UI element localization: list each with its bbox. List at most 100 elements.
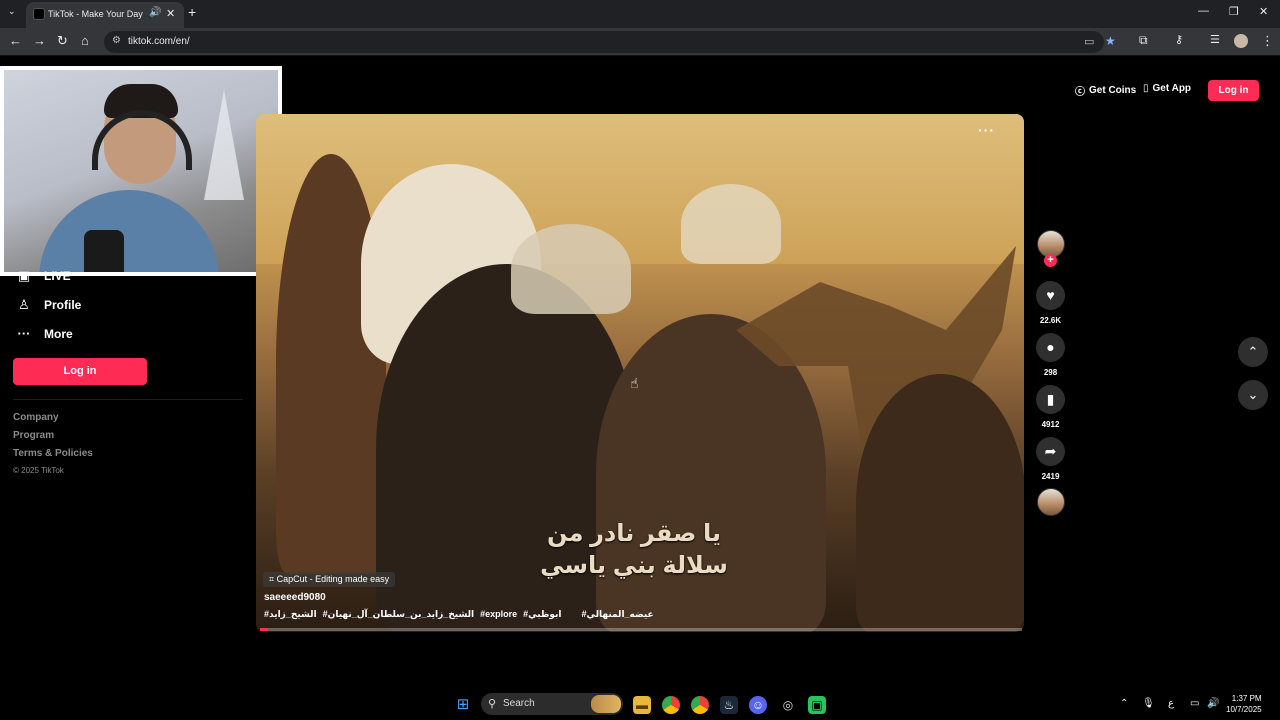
minimize-icon[interactable]: — xyxy=(1198,5,1209,17)
language-tray-icon[interactable]: ع xyxy=(1168,698,1174,709)
tab-audio-icon[interactable]: 🔊 xyxy=(149,7,161,18)
windows-start-icon[interactable]: ⊞ xyxy=(454,696,472,714)
media-control-icon[interactable]: ☰ xyxy=(1210,33,1220,46)
new-tab-icon[interactable]: + xyxy=(188,4,196,20)
hashtag-link[interactable]: #ابوظبي xyxy=(523,609,561,620)
browser-tab-strip: ⌄ TikTok - Make Your Day 🔊 ✕ + — ❐ ✕ xyxy=(0,0,1280,28)
clock-time: 1:37 PM xyxy=(1231,694,1262,703)
home-icon[interactable]: ⌂ xyxy=(81,33,89,48)
share-button[interactable]: ➦ xyxy=(1036,437,1065,466)
restore-icon[interactable]: ❐ xyxy=(1229,5,1239,18)
browser-toolbar: ← → ↻ ⌂ ⚙ tiktok.com/en/ ▭ ★ ⧉ ⚷ ☰ ⋮ xyxy=(0,28,1280,56)
taskbar-search-label: Search xyxy=(503,698,535,709)
video-progress-fill xyxy=(260,628,268,631)
next-video-chevron-down-icon[interactable]: ⌄ xyxy=(1238,380,1268,410)
app-icon[interactable]: ▣ xyxy=(808,696,826,714)
reload-icon[interactable]: ↻ xyxy=(57,33,68,49)
get-coins-label: Get Coins xyxy=(1089,85,1137,96)
comment-count: 298 xyxy=(1043,368,1058,377)
tab-list-chevron-icon[interactable]: ⌄ xyxy=(8,6,16,17)
footer-link-company[interactable]: Company xyxy=(13,412,59,423)
streamer-body xyxy=(39,190,219,272)
chrome-icon[interactable] xyxy=(662,696,680,714)
microphone-tray-icon[interactable]: 🎙 xyxy=(1142,698,1155,709)
obs-icon[interactable]: ◎ xyxy=(779,696,797,714)
hashtag-link[interactable]: #عيضه_المنهالي xyxy=(582,609,654,620)
sidebar-login-button[interactable]: Log in xyxy=(13,358,147,385)
get-coins-button[interactable]: ⓒ Get Coins xyxy=(1075,83,1136,98)
heart-icon: ♥ xyxy=(1046,287,1055,303)
taskbar-clock[interactable]: 1:37 PM 10/7/2025 xyxy=(1226,693,1262,715)
capcut-label: CapCut - Editing made easy xyxy=(276,574,390,584)
live-icon: ▣ xyxy=(17,268,31,283)
chrome-profile-icon[interactable] xyxy=(691,696,709,714)
volume-tray-icon[interactable]: 🔊 xyxy=(1207,698,1219,709)
video-figure xyxy=(856,374,1024,632)
file-explorer-icon[interactable]: ▬ xyxy=(633,696,651,714)
extensions-icon[interactable]: ⧉ xyxy=(1139,33,1148,48)
profile-avatar[interactable] xyxy=(1234,34,1248,48)
save-button[interactable]: ▮ xyxy=(1036,385,1065,414)
hashtag-link[interactable]: #الشيخ_زايد xyxy=(264,609,317,620)
install-app-icon[interactable]: ▭ xyxy=(1084,35,1094,48)
steam-icon[interactable]: ♨ xyxy=(720,696,738,714)
comment-icon: ● xyxy=(1046,339,1055,355)
video-hashtags: #الشيخ_زايد #الشيخ_زايد_بن_سلطان_آل_نهيا… xyxy=(264,609,654,620)
tab-close-icon[interactable]: ✕ xyxy=(166,7,175,20)
footer-link-terms[interactable]: Terms & Policies xyxy=(13,448,93,459)
browser-menu-icon[interactable]: ⋮ xyxy=(1261,33,1274,49)
sidebar-item-label: More xyxy=(44,326,73,341)
sidebar-item-profile[interactable]: ♙ Profile xyxy=(16,297,81,313)
forward-icon[interactable]: → xyxy=(33,33,46,48)
webcam-feed xyxy=(4,70,278,272)
tab-title: TikTok - Make Your Day xyxy=(48,9,143,19)
phone-icon: ▯ xyxy=(1143,83,1149,94)
back-icon[interactable]: ← xyxy=(9,33,22,48)
video-headdress xyxy=(511,224,631,314)
password-key-icon[interactable]: ⚷ xyxy=(1175,33,1183,46)
bookmark-icon: ▮ xyxy=(1046,391,1055,407)
sidebar-item-live[interactable]: ▣ LIVE xyxy=(16,268,71,284)
video-username[interactable]: saeeeed9080 xyxy=(264,592,326,603)
capcut-icon: ⌗ xyxy=(269,574,277,584)
video-more-options-icon[interactable]: ··· xyxy=(978,122,995,138)
like-count: 22.6K xyxy=(1039,316,1062,325)
copyright-text: © 2025 TikTok xyxy=(13,466,64,475)
browser-tab[interactable]: TikTok - Make Your Day 🔊 ✕ xyxy=(26,2,184,28)
caption-line-1: يا صقر نادر من xyxy=(546,520,722,547)
discord-icon[interactable]: ☺ xyxy=(749,696,767,714)
tray-overflow-chevron-icon[interactable]: ⌃ xyxy=(1120,698,1128,709)
mouse-cursor-icon: ☝ xyxy=(630,375,639,391)
bookmark-star-icon[interactable]: ★ xyxy=(1105,34,1116,48)
tiktok-favicon-icon xyxy=(33,8,45,20)
get-app-button[interactable]: ▯ Get App xyxy=(1143,83,1191,94)
sidebar-item-more[interactable]: ··· More xyxy=(16,326,73,341)
webcam-overlay xyxy=(0,66,282,276)
share-arrow-icon: ➦ xyxy=(1044,443,1057,459)
footer-link-program[interactable]: Program xyxy=(13,430,54,441)
url-text[interactable]: tiktok.com/en/ xyxy=(128,36,190,47)
header-login-button[interactable]: Log in xyxy=(1208,80,1259,101)
window-close-icon[interactable]: ✕ xyxy=(1259,5,1268,18)
like-button[interactable]: ♥ xyxy=(1036,281,1065,310)
comment-button[interactable]: ● xyxy=(1036,333,1065,362)
sidebar-item-label: LIVE xyxy=(44,269,71,283)
sidebar-item-label: Profile xyxy=(44,298,82,312)
more-icon: ··· xyxy=(17,326,31,341)
video-progress-bar[interactable] xyxy=(260,628,1022,631)
taskbar-search-box[interactable]: ⚲ Search xyxy=(481,693,623,715)
hashtag-link[interactable]: #الشيخ_زايد_بن_سلطان_آل_نهيان xyxy=(323,609,474,620)
previous-video-chevron-up-icon[interactable]: ⌃ xyxy=(1238,337,1268,367)
christmas-tree-shape xyxy=(204,90,244,200)
hashtag-link[interactable]: #explore xyxy=(480,609,517,620)
music-disc-avatar[interactable] xyxy=(1037,488,1065,516)
video-arabic-caption: يا صقر نادر من سلالة بني ياسي xyxy=(514,518,754,582)
get-app-label: Get App xyxy=(1152,83,1192,94)
network-tray-icon[interactable]: ▭ xyxy=(1190,698,1199,709)
site-info-icon[interactable]: ⚙ xyxy=(112,35,121,46)
follow-plus-icon[interactable]: + xyxy=(1044,254,1057,267)
search-icon: ⚲ xyxy=(488,698,497,710)
clock-date: 10/7/2025 xyxy=(1226,705,1262,714)
address-bar[interactable]: ⚙ tiktok.com/en/ ▭ xyxy=(104,31,1104,53)
capcut-badge[interactable]: ⌗ CapCut - Editing made easy xyxy=(263,572,396,587)
